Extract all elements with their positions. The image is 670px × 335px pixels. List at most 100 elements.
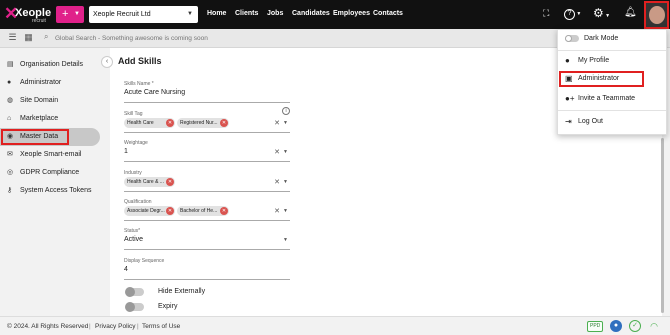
profile-menu: Dark Mode ● My Profile ▣ Administrator ●…: [557, 29, 667, 135]
add-user-icon: ●+: [565, 94, 575, 103]
sidebar-item-label: Organisation Details: [20, 61, 84, 68]
caret-down-icon[interactable]: ▼: [283, 120, 288, 126]
clear-icon[interactable]: ✕: [274, 148, 280, 156]
caret-down-icon[interactable]: ▼: [283, 208, 288, 214]
database-icon: ◉: [7, 133, 14, 140]
xeople-logo[interactable]: ✕ Xeople recruit: [4, 4, 52, 26]
remove-chip-icon[interactable]: ✕: [166, 207, 174, 215]
nav-candidates[interactable]: Candidates: [292, 10, 330, 17]
caret-down-icon[interactable]: ▼: [283, 237, 288, 243]
chip-label: Health Care: [127, 120, 154, 126]
field-value: Active: [124, 236, 144, 243]
company-select-value: Xeople Recruit Ltd: [93, 11, 151, 18]
clear-icon[interactable]: ✕: [274, 178, 280, 186]
footer: © 2024. All Rights Reserved | Privacy Po…: [0, 316, 670, 335]
search-icon: ⌕: [44, 32, 49, 41]
skills-name-field[interactable]: Skills Name * Acute Care Nursing: [124, 81, 290, 103]
company-select[interactable]: Xeople Recruit Ltd ▼: [89, 6, 198, 23]
nav-contacts[interactable]: Contacts: [373, 10, 403, 17]
globe-icon: ◍: [7, 97, 14, 104]
dark-mode-toggle-item[interactable]: Dark Mode: [558, 30, 666, 48]
nav-clients[interactable]: Clients: [235, 10, 258, 17]
sidebar: ▤ Organisation Details ● Administrator ◍…: [0, 48, 110, 316]
check-circle-icon[interactable]: ✓: [629, 320, 641, 332]
remove-chip-icon[interactable]: ✕: [220, 119, 228, 127]
sidebar-item-master-data[interactable]: ◉ Master Data: [0, 128, 100, 146]
collapse-sidebar-button[interactable]: ‹: [101, 56, 113, 68]
bell-icon[interactable]: 🔔︎: [624, 7, 637, 18]
remove-chip-icon[interactable]: ✕: [166, 178, 174, 186]
hide-externally-toggle[interactable]: [125, 287, 144, 297]
admin-icon: ▣: [565, 74, 573, 83]
clear-icon[interactable]: ✕: [274, 119, 280, 127]
user-circle-icon[interactable]: ●: [610, 320, 622, 332]
field-label: Qualification: [124, 199, 152, 205]
field-label: Skills Name *: [124, 81, 154, 87]
log-out-item[interactable]: ⇥ Log Out: [558, 113, 666, 131]
field-label: Display Sequence: [124, 258, 165, 264]
my-profile-item[interactable]: ● My Profile: [558, 52, 666, 70]
sidebar-item-gdpr[interactable]: ◎ GDPR Compliance: [0, 164, 100, 182]
sidebar-item-administrator[interactable]: ● Administrator: [0, 74, 100, 92]
expiry-toggle[interactable]: [125, 302, 144, 312]
qualification-field[interactable]: Qualification Associate Degr... ✕ Bachel…: [124, 199, 290, 221]
dark-mode-label: Dark Mode: [584, 35, 619, 42]
invite-teammate-item[interactable]: ●+ Invite a Teammate: [558, 90, 666, 108]
sidebar-item-label: GDPR Compliance: [20, 169, 80, 176]
toggle-knob: [565, 35, 572, 42]
global-search-input[interactable]: [55, 32, 555, 44]
divider: [558, 110, 666, 111]
remove-chip-icon[interactable]: ✕: [166, 119, 174, 127]
plus-icon: +: [62, 8, 69, 20]
sidebar-item-organisation-details[interactable]: ▤ Organisation Details: [0, 56, 100, 74]
sidebar-item-site-domain[interactable]: ◍ Site Domain: [0, 92, 100, 110]
tag-chip: Bachelor of He... ✕: [177, 206, 229, 216]
administrator-item[interactable]: ▣ Administrator: [558, 70, 666, 88]
settings-icon[interactable]: ⚙ ▼: [593, 6, 610, 20]
menu-item-label: Log Out: [578, 118, 603, 125]
display-sequence-field[interactable]: Display Sequence 4: [124, 258, 290, 280]
sidebar-item-access-tokens[interactable]: ⚷ System Access Tokens: [0, 182, 100, 200]
ppd-badge[interactable]: PPD: [587, 321, 604, 332]
wifi-icon[interactable]: ◠: [648, 320, 660, 332]
info-icon[interactable]: i: [282, 107, 290, 115]
quick-add-button[interactable]: + ▼: [56, 6, 84, 23]
nav-employees[interactable]: Employees: [333, 10, 370, 17]
tag-chip: Registered Nur... ✕: [177, 118, 229, 128]
grid-view-icon[interactable]: ▦: [23, 32, 34, 43]
sidebar-item-label: Marketplace: [20, 115, 59, 122]
separator: |: [137, 323, 139, 330]
top-bar: ✕ Xeople recruit + ▼ Xeople Recruit Ltd …: [0, 0, 670, 29]
logo-subtitle: recruit: [32, 18, 46, 24]
status-select[interactable]: Status* Active ▼: [124, 228, 290, 250]
tag-chip: Associate Degr... ✕: [124, 206, 175, 216]
field-value: 1: [124, 148, 128, 155]
nav-home[interactable]: Home: [207, 10, 226, 17]
dark-mode-toggle[interactable]: [565, 35, 579, 42]
avatar: [649, 6, 665, 24]
caret-down-icon[interactable]: ▼: [283, 179, 288, 185]
clear-icon[interactable]: ✕: [274, 207, 280, 215]
terms-of-use-link[interactable]: Terms of Use: [142, 317, 180, 335]
field-label: Weightage: [124, 140, 148, 146]
sidebar-item-label: System Access Tokens: [20, 187, 92, 194]
scrollbar[interactable]: [661, 138, 664, 313]
privacy-policy-link[interactable]: Privacy Policy: [95, 317, 135, 335]
toggle-knob: [125, 302, 135, 312]
fullscreen-icon[interactable]: ⛶: [543, 8, 549, 19]
industry-field[interactable]: Industry Health Care & ... ✕ ✕ ▼: [124, 170, 290, 192]
chip-label: Health Care & ...: [127, 179, 164, 185]
caret-down-icon[interactable]: ▼: [283, 149, 288, 155]
remove-chip-icon[interactable]: ✕: [220, 207, 228, 215]
sidebar-item-marketplace[interactable]: ⌂ Marketplace: [0, 110, 100, 128]
sidebar-item-smart-email[interactable]: ✉ Xeople Smart-email: [0, 146, 100, 164]
menu-item-label: Invite a Teammate: [578, 95, 636, 102]
help-icon[interactable]: ? ▼: [564, 7, 581, 20]
menu-item-label: My Profile: [578, 57, 610, 64]
skill-tag-field[interactable]: Skill Tag i Health Care ✕ Registered Nur…: [124, 107, 290, 133]
avatar-button[interactable]: [644, 1, 669, 29]
weightage-field[interactable]: Weightage 1 ✕ ▼: [124, 140, 290, 162]
list-view-icon[interactable]: ☰: [7, 32, 18, 43]
chip-label: Bachelor of He...: [180, 208, 218, 214]
nav-jobs[interactable]: Jobs: [267, 10, 283, 17]
